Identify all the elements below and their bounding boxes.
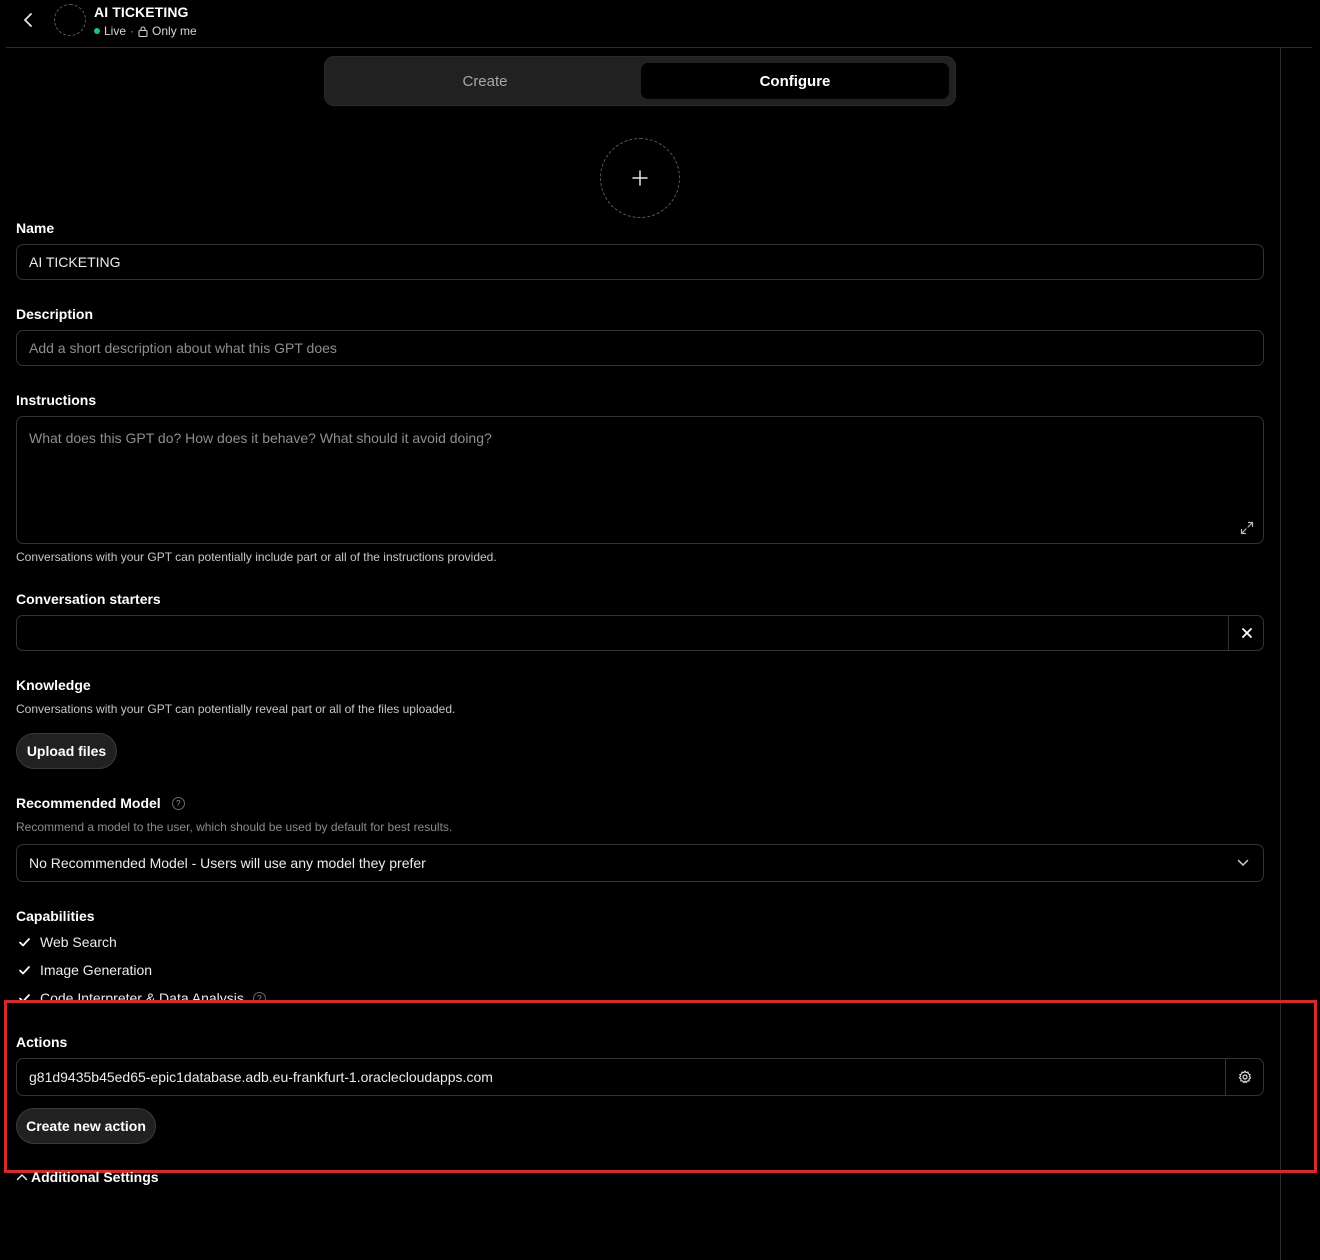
help-icon[interactable]: ? (252, 991, 266, 1003)
expand-icon[interactable] (1240, 521, 1254, 535)
action-settings-button[interactable] (1225, 1059, 1263, 1095)
status-separator: · (130, 24, 135, 38)
close-icon (1241, 628, 1252, 638)
knowledge-hint: Conversations with your GPT can potentia… (16, 702, 456, 716)
chevron-down-icon (1237, 859, 1249, 866)
name-input[interactable] (16, 244, 1264, 280)
action-item[interactable]: g81d9435b45ed65-epic1database.adb.eu-fra… (16, 1058, 1264, 1096)
conversation-starters-label: Conversation starters (16, 591, 161, 607)
back-button[interactable] (18, 9, 40, 31)
chevron-up-icon (16, 1174, 28, 1181)
conversation-starter-input[interactable] (16, 615, 1264, 651)
action-domain: g81d9435b45ed65-epic1database.adb.eu-fra… (29, 1069, 493, 1085)
instructions-label: Instructions (16, 392, 97, 408)
capability-web-search[interactable]: Web Search (16, 934, 117, 950)
remove-starter-button[interactable] (1228, 616, 1264, 650)
gpt-image-upload[interactable] (600, 138, 680, 218)
create-new-action-button[interactable]: Create new action (16, 1108, 156, 1144)
mode-tabs: Create Configure (324, 56, 956, 106)
description-label: Description (16, 306, 94, 322)
recommended-model-label: Recommended Model (16, 795, 161, 811)
tab-create[interactable]: Create (331, 63, 639, 99)
checkmark-icon (16, 965, 32, 975)
checkmark-icon (16, 993, 32, 1003)
instructions-textarea[interactable] (16, 416, 1264, 544)
lock-icon (138, 25, 148, 37)
instructions-hint: Conversations with your GPT can potentia… (16, 550, 497, 564)
capability-label: Web Search (40, 934, 117, 950)
chevron-left-icon (24, 13, 32, 27)
name-label: Name (16, 220, 55, 236)
tab-configure[interactable]: Configure (641, 63, 949, 99)
header-divider (6, 47, 1312, 48)
gpt-avatar-placeholder (54, 4, 86, 36)
knowledge-label: Knowledge (16, 677, 91, 693)
help-icon[interactable]: ? (171, 796, 185, 810)
capability-image-generation[interactable]: Image Generation (16, 962, 152, 978)
capabilities-label: Capabilities (16, 908, 95, 924)
recommended-model-value: No Recommended Model - Users will use an… (29, 855, 426, 871)
recommended-model-select[interactable]: No Recommended Model - Users will use an… (16, 844, 1264, 882)
live-status-dot (94, 28, 100, 34)
checkmark-icon (16, 937, 32, 947)
live-status-label: Live (104, 24, 127, 38)
recommended-model-hint: Recommend a model to the user, which sho… (16, 820, 453, 834)
capability-label: Image Generation (40, 962, 153, 978)
gpt-title: AI TICKETING (94, 4, 189, 20)
panel-divider (1280, 48, 1281, 1260)
gpt-status: Live · Only me (94, 24, 197, 38)
capability-code-interpreter[interactable]: Code Interpreter & Data Analysis ? (16, 990, 266, 1003)
description-input[interactable] (16, 330, 1264, 366)
additional-settings-toggle[interactable]: Additional Settings (16, 1169, 159, 1185)
capabilities-clip: Code Interpreter & Data Analysis ? (0, 985, 1280, 1003)
actions-label: Actions (16, 1034, 68, 1050)
plus-icon (632, 170, 648, 186)
visibility-label: Only me (152, 24, 197, 38)
recommended-model-heading: Recommended Model ? (16, 795, 185, 811)
upload-files-button[interactable]: Upload files (16, 733, 117, 769)
additional-settings-label: Additional Settings (31, 1169, 159, 1185)
capability-label: Code Interpreter & Data Analysis (40, 990, 244, 1003)
gear-icon (1238, 1070, 1251, 1084)
